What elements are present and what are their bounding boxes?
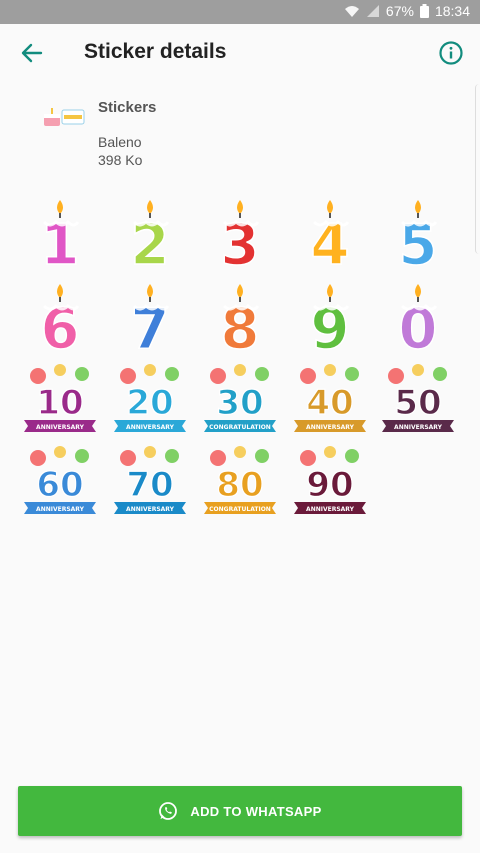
candle-sticker-image: 3 [220, 200, 260, 276]
flame-icon [237, 284, 243, 298]
info-button[interactable] [436, 38, 466, 68]
sticker-item[interactable]: 6 [20, 280, 100, 360]
battery-icon [419, 4, 429, 18]
sticker-item[interactable]: 90 ANNIVERSARY [290, 444, 370, 524]
info-icon [439, 41, 463, 65]
anniversary-sticker-image: 50ANNIVERSARY [382, 364, 454, 432]
flame-icon [327, 284, 333, 298]
anniversary-sticker-image: 70ANNIVERSARY [114, 446, 186, 514]
candle-sticker-image: 8 [220, 284, 260, 360]
candle-sticker-image: 0 [398, 284, 438, 360]
arrow-back-icon [21, 43, 43, 63]
signal-icon [366, 5, 379, 17]
candle-sticker-image: 2 [130, 200, 170, 276]
pack-header: Stickers Baleno 398 Ko [0, 82, 480, 182]
candle-sticker-image: 4 [310, 200, 350, 276]
pack-name: Stickers [98, 99, 157, 116]
ribbon-text: ANNIVERSARY [306, 424, 355, 431]
ribbon-text: ANNIVERSARY [126, 424, 175, 431]
flame-icon [327, 200, 333, 214]
anniversary-sticker-image: 90ANNIVERSARY [294, 446, 366, 514]
anniversary-number: 70 [126, 465, 173, 505]
sticker-item[interactable]: 20 ANNIVERSARY [110, 362, 190, 442]
sticker-item[interactable]: 1 [20, 196, 100, 276]
sticker-item[interactable]: 70 ANNIVERSARY [110, 444, 190, 524]
sticker-item[interactable]: 50 ANNIVERSARY [378, 362, 458, 442]
sticker-item[interactable]: 8 [200, 280, 280, 360]
status-bar: 67% 18:34 [0, 0, 480, 24]
flame-icon [57, 200, 63, 214]
add-to-whatsapp-button[interactable]: ADD TO WHATSAPP [18, 786, 462, 836]
pack-publisher: Baleno [98, 134, 142, 150]
sticker-item[interactable]: 9 [290, 280, 370, 360]
anniversary-sticker-image: 20ANNIVERSARY [114, 364, 186, 432]
anniversary-number: 40 [306, 383, 353, 423]
flame-icon [57, 284, 63, 298]
back-button[interactable] [16, 37, 48, 69]
flame-icon [415, 284, 421, 298]
candle-sticker-image: 1 [40, 200, 80, 276]
battery-percent: 67% [385, 3, 414, 19]
candle-sticker-image: 6 [40, 284, 80, 360]
sticker-item[interactable]: 40 ANNIVERSARY [290, 362, 370, 442]
anniversary-number: 10 [36, 383, 83, 423]
ribbon-text: CONGRATULATION [209, 506, 271, 513]
ribbon-text: ANNIVERSARY [306, 506, 355, 513]
ribbon-text: CONGRATULATION [209, 424, 271, 431]
ribbon-text: ANNIVERSARY [394, 424, 443, 431]
anniversary-number: 50 [394, 383, 441, 423]
candle-sticker-image: 5 [398, 200, 438, 276]
sticker-item[interactable]: 3 [200, 196, 280, 276]
anniversary-number: 80 [216, 465, 263, 505]
ribbon-text: ANNIVERSARY [126, 506, 175, 513]
pack-size: 398 Ko [98, 152, 143, 168]
anniversary-number: 20 [126, 383, 173, 423]
flame-icon [415, 200, 421, 214]
wifi-icon [344, 6, 359, 17]
app-bar: Sticker details [0, 24, 480, 82]
sticker-item[interactable]: 5 [378, 196, 458, 276]
sticker-item[interactable]: 0 [378, 280, 458, 360]
sticker-item[interactable]: 60 ANNIVERSARY [20, 444, 100, 524]
sticker-item[interactable]: 2 [110, 196, 190, 276]
clock: 18:34 [434, 3, 470, 19]
sticker-item[interactable]: 80 CONGRATULATION [200, 444, 280, 524]
ribbon-text: ANNIVERSARY [36, 424, 85, 431]
flame-icon [147, 200, 153, 214]
candle-sticker-image: 7 [130, 284, 170, 360]
flame-icon [237, 200, 243, 214]
page-title: Sticker details [84, 40, 227, 63]
anniversary-sticker-image: 10ANNIVERSARY [24, 364, 96, 432]
flame-icon [147, 284, 153, 298]
sticker-item[interactable]: 4 [290, 196, 370, 276]
sticker-item[interactable]: 10 ANNIVERSARY [20, 362, 100, 442]
anniversary-sticker-image: 80CONGRATULATION [204, 446, 276, 514]
anniversary-number: 30 [216, 383, 263, 423]
birthday-cake-icon [44, 108, 85, 126]
whatsapp-icon [159, 802, 178, 820]
anniversary-sticker-image: 60ANNIVERSARY [24, 446, 96, 514]
sticker-item[interactable]: 30 CONGRATULATION [200, 362, 280, 442]
sticker-item[interactable]: 7 [110, 280, 190, 360]
anniversary-sticker-image: 30CONGRATULATION [204, 364, 276, 432]
anniversary-sticker-image: 40ANNIVERSARY [294, 364, 366, 432]
add-button-label: ADD TO WHATSAPP [190, 803, 322, 819]
anniversary-number: 90 [306, 465, 353, 505]
candle-sticker-image: 9 [310, 284, 350, 360]
anniversary-number: 60 [36, 465, 83, 505]
edge-panel-handle[interactable] [475, 84, 480, 254]
ribbon-text: ANNIVERSARY [36, 506, 85, 513]
